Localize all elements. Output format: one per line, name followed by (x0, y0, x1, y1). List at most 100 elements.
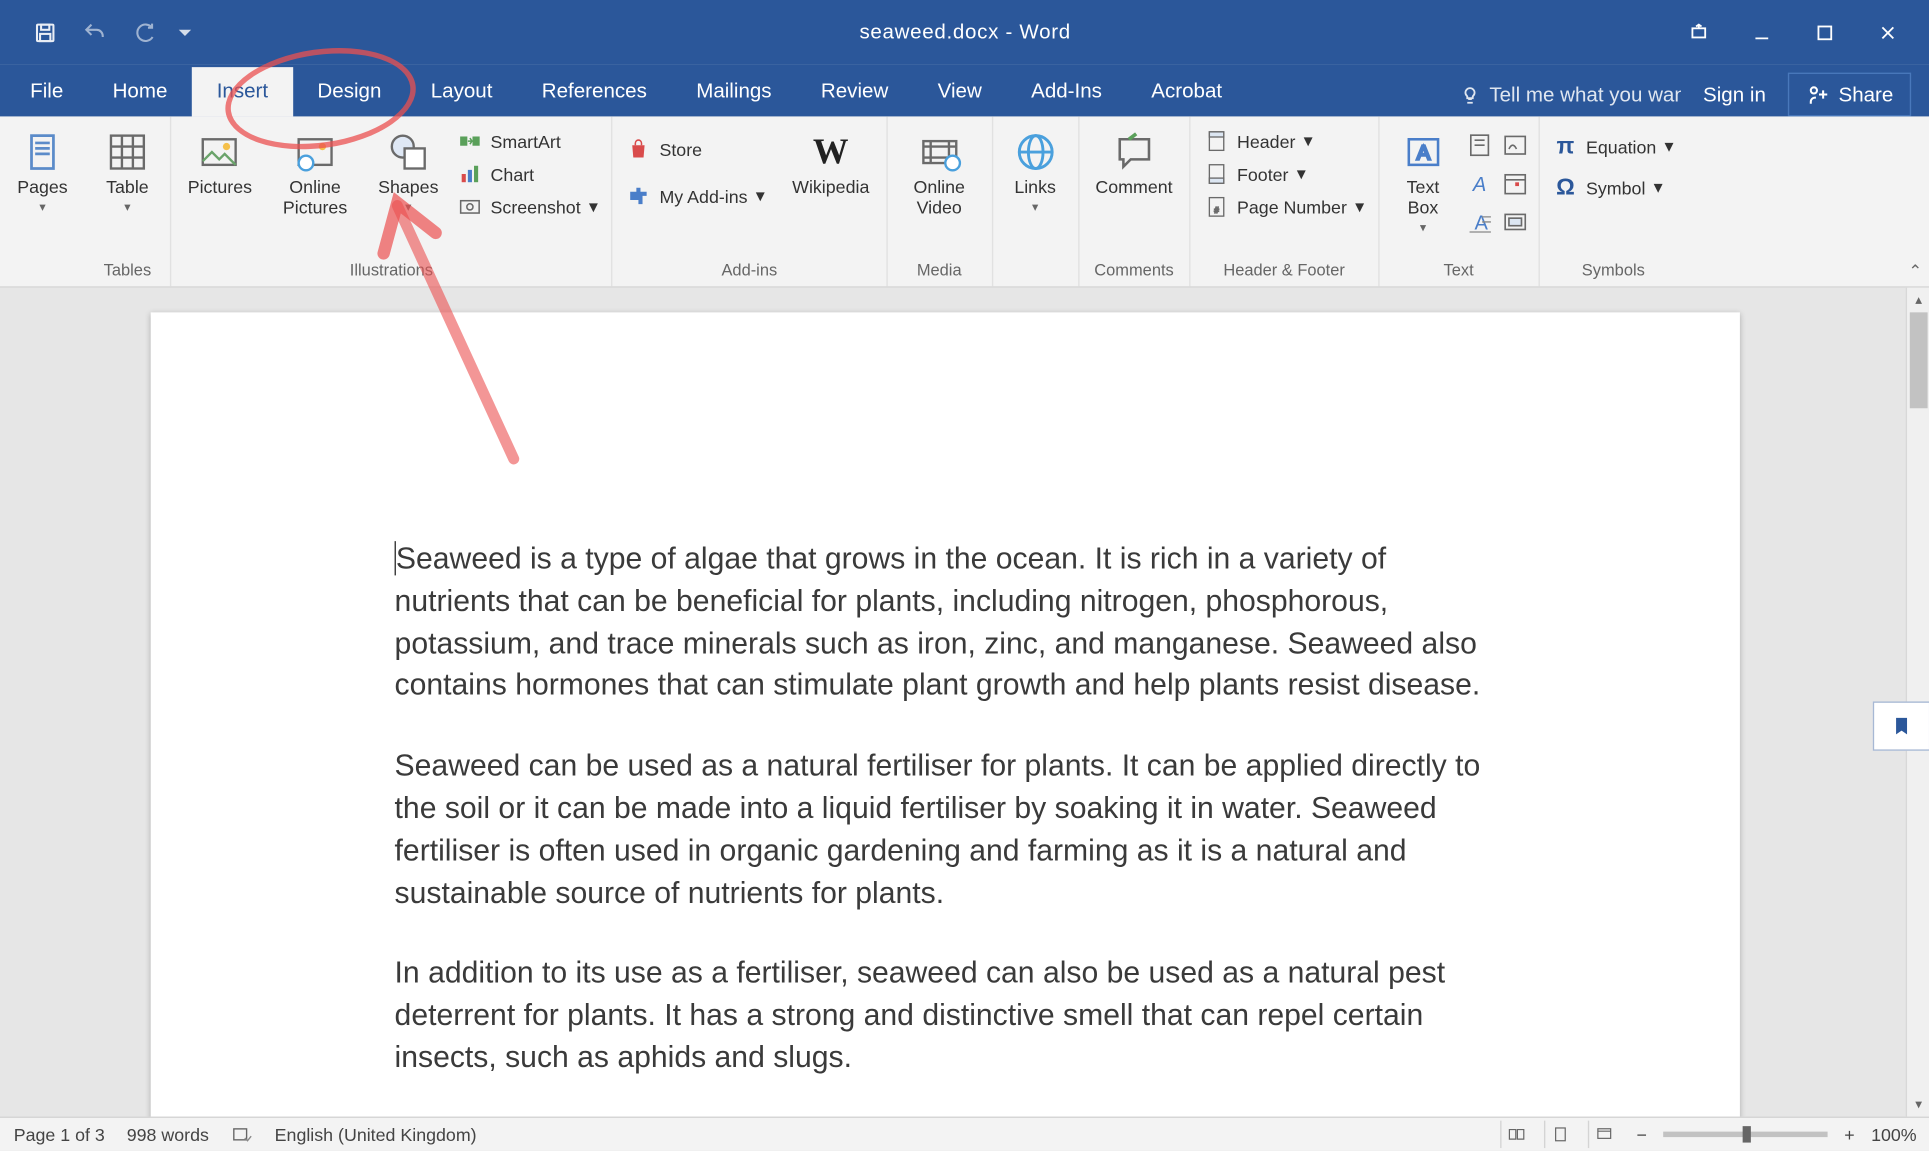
paragraph: Seaweed can be used as a natural fertili… (395, 746, 1505, 915)
undo-button[interactable] (74, 12, 115, 53)
symbol-button[interactable]: ΩSymbol ▾ (1548, 174, 1679, 201)
online-pictures-icon (293, 130, 337, 174)
quick-parts-button[interactable] (1464, 130, 1494, 160)
tab-mailings[interactable]: Mailings (672, 67, 797, 116)
zoom-slider[interactable] (1663, 1132, 1827, 1137)
zoom-out-button[interactable]: − (1631, 1124, 1652, 1145)
store-icon (627, 137, 652, 162)
zoom-in-button[interactable]: + (1839, 1124, 1860, 1145)
ribbon-display-options-button[interactable] (1670, 10, 1728, 54)
chart-button[interactable]: Chart (452, 160, 603, 187)
tell-me-label: Tell me what you want to do (1489, 83, 1681, 106)
tab-home[interactable]: Home (88, 67, 192, 116)
shapes-button[interactable]: Shapes ▾ (370, 122, 447, 218)
close-button[interactable] (1859, 10, 1917, 54)
group-label-media: Media (895, 258, 983, 284)
maximize-button[interactable] (1796, 10, 1854, 54)
tab-references[interactable]: References (517, 67, 671, 116)
share-button[interactable]: Share (1788, 73, 1911, 117)
footer-icon (1204, 162, 1229, 187)
redo-button[interactable] (123, 12, 164, 53)
text-box-button[interactable]: A Text Box ▾ (1387, 122, 1458, 238)
page-icon (21, 130, 65, 174)
chevron-down-icon: ▾ (589, 196, 598, 218)
document-area[interactable]: Seaweed is a type of algae that grows in… (0, 288, 1906, 1117)
signature-line-button[interactable] (1500, 130, 1530, 160)
tab-acrobat[interactable]: Acrobat (1127, 67, 1247, 116)
wikipedia-button[interactable]: W Wikipedia (784, 122, 878, 200)
zoom-level[interactable]: 100% (1871, 1124, 1917, 1145)
date-time-button[interactable] (1500, 169, 1530, 199)
links-label: Links (1014, 177, 1056, 198)
spellcheck-button[interactable] (231, 1123, 253, 1145)
page-count[interactable]: Page 1 of 3 (14, 1124, 105, 1145)
tab-review[interactable]: Review (796, 67, 913, 116)
tab-design[interactable]: Design (293, 67, 406, 116)
chevron-down-icon: ▾ (1297, 163, 1306, 185)
window-title: seaweed.docx - Word (859, 21, 1070, 44)
web-layout-button[interactable] (1587, 1121, 1620, 1148)
equation-icon: π (1553, 134, 1578, 159)
quick-access-toolbar (0, 12, 197, 53)
pictures-button[interactable]: Pictures (179, 122, 260, 200)
tab-addins[interactable]: Add-Ins (1006, 67, 1126, 116)
save-button[interactable] (25, 12, 66, 53)
header-icon (1204, 129, 1229, 154)
group-label-addins: Add-ins (621, 258, 877, 284)
group-label-text: Text (1387, 258, 1529, 284)
language-status[interactable]: English (United Kingdom) (275, 1124, 477, 1145)
svg-text:A: A (1474, 212, 1488, 234)
comment-label: Comment (1095, 177, 1172, 198)
tab-insert[interactable]: Insert (192, 67, 293, 116)
online-video-button[interactable]: Online Video (895, 122, 983, 221)
wikipedia-icon: W (809, 130, 853, 174)
picture-icon (198, 130, 242, 174)
chart-icon (458, 162, 483, 187)
chevron-down-icon: ▾ (1355, 196, 1364, 218)
smartart-button[interactable]: SmartArt (452, 127, 603, 154)
share-icon (1806, 82, 1831, 107)
table-button[interactable]: Table ▾ (93, 122, 162, 218)
equation-button[interactable]: πEquation ▾ (1548, 133, 1679, 160)
drop-cap-button[interactable]: A (1464, 207, 1494, 237)
table-label: Table (106, 177, 149, 198)
document-page[interactable]: Seaweed is a type of algae that grows in… (151, 312, 1740, 1116)
tab-file[interactable]: File (5, 67, 87, 116)
scroll-down-button[interactable]: ▾ (1907, 1092, 1929, 1117)
tab-view[interactable]: View (913, 67, 1007, 116)
bookmark-icon (1891, 712, 1913, 739)
minimize-button[interactable] (1733, 10, 1791, 54)
paragraph: Seaweed is a type of algae that grows in… (395, 541, 1481, 702)
scroll-up-button[interactable]: ▴ (1907, 288, 1929, 313)
page-number-button[interactable]: #Page Number ▾ (1199, 193, 1370, 220)
bookmark-flag[interactable] (1873, 701, 1929, 750)
title-bar: seaweed.docx - Word (0, 0, 1929, 64)
comment-button[interactable]: Comment (1087, 122, 1181, 200)
word-count[interactable]: 998 words (127, 1124, 209, 1145)
qat-customize-button[interactable] (173, 12, 198, 53)
lightbulb-icon (1459, 84, 1481, 106)
tell-me-search[interactable]: Tell me what you want to do (1459, 83, 1681, 106)
pages-button[interactable]: Pages ▾ (8, 122, 77, 218)
links-button[interactable]: Links ▾ (1001, 122, 1070, 218)
collapse-ribbon-button[interactable]: ⌃ (1908, 262, 1922, 281)
status-bar: Page 1 of 3 998 words English (United Ki… (0, 1117, 1929, 1151)
screenshot-button[interactable]: Screenshot ▾ (452, 193, 603, 220)
object-button[interactable] (1500, 207, 1530, 237)
print-layout-button[interactable] (1543, 1121, 1576, 1148)
tab-layout[interactable]: Layout (406, 67, 517, 116)
chevron-down-icon: ▾ (1665, 136, 1674, 158)
scrollbar-thumb[interactable] (1910, 312, 1928, 408)
header-button[interactable]: Header ▾ (1199, 127, 1370, 154)
wordart-button[interactable]: A (1464, 169, 1494, 199)
group-label-header-footer: Header & Footer (1199, 258, 1370, 284)
sign-in-button[interactable]: Sign in (1692, 75, 1777, 115)
chevron-down-icon: ▾ (124, 200, 130, 215)
group-label-symbols: Symbols (1548, 258, 1679, 284)
online-pictures-button[interactable]: Online Pictures (266, 122, 365, 221)
store-button[interactable]: Store (621, 136, 770, 163)
my-addins-button[interactable]: My Add-ins ▾ (621, 182, 770, 209)
zoom-handle[interactable] (1743, 1126, 1751, 1142)
footer-button[interactable]: Footer ▾ (1199, 160, 1370, 187)
read-mode-button[interactable] (1500, 1121, 1533, 1148)
